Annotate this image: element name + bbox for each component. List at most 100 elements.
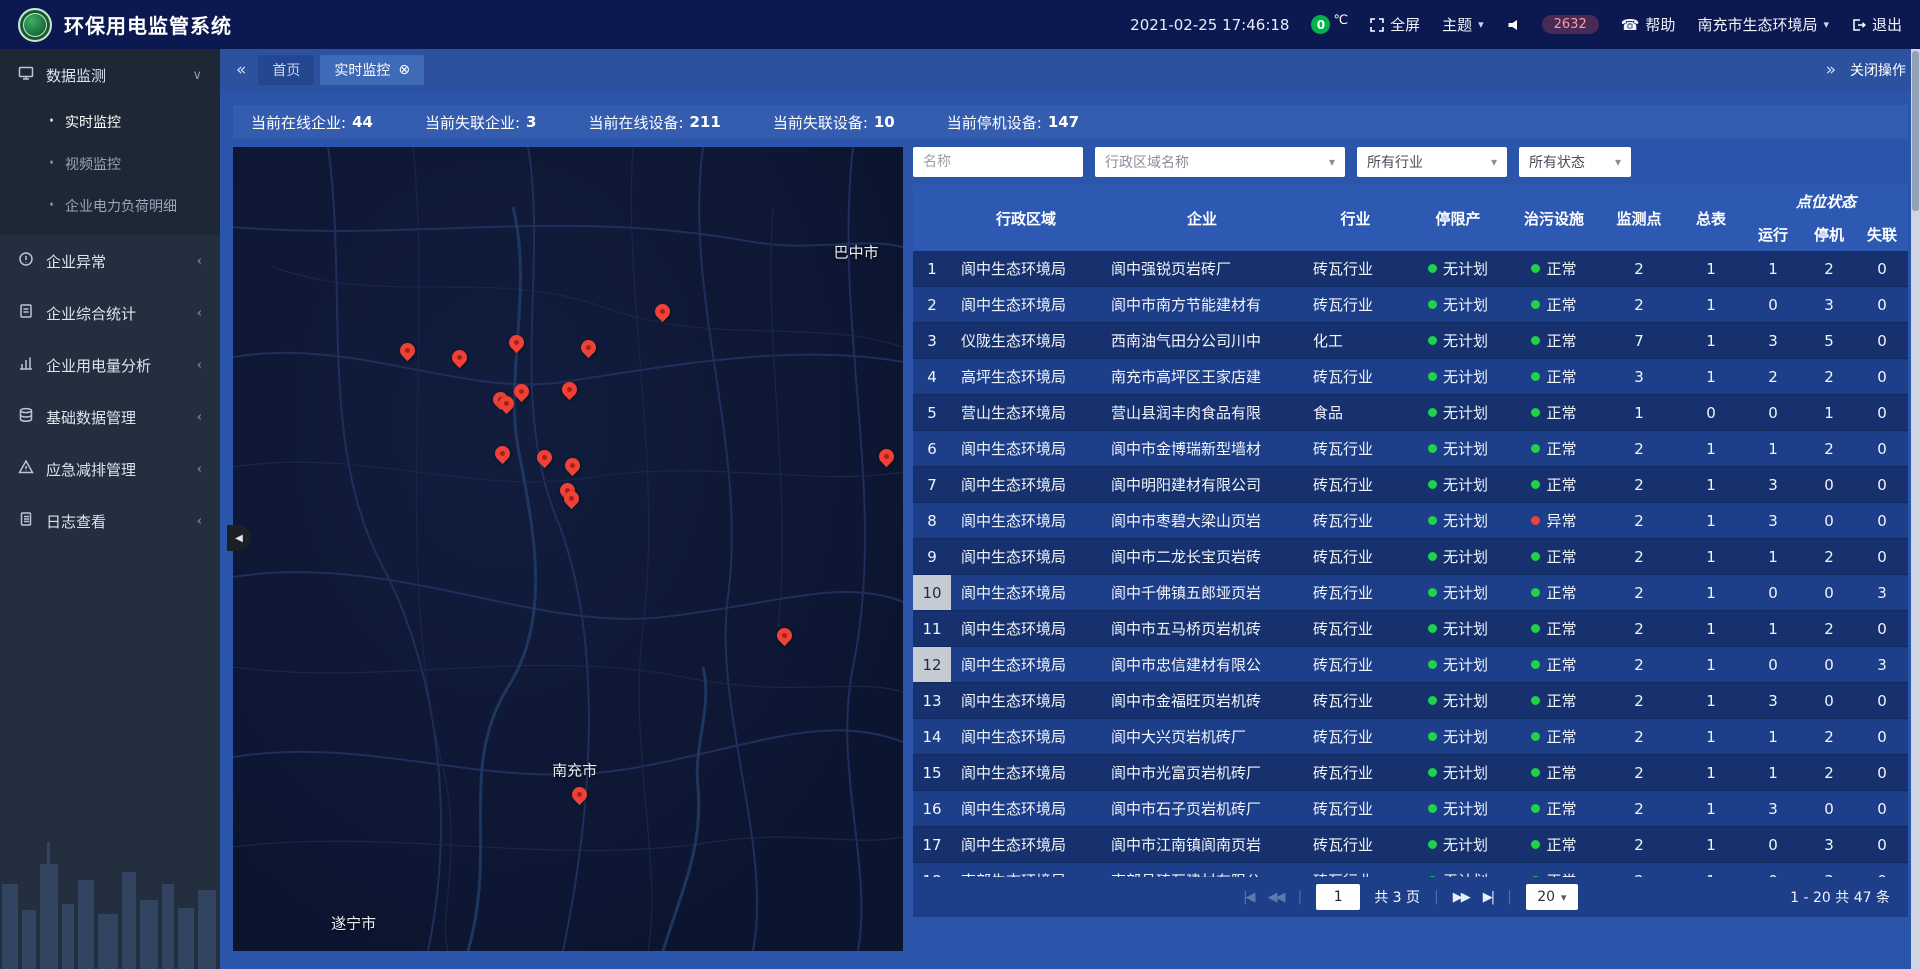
sidebar-item-1[interactable]: 企业异常‹ [0,235,220,287]
sound-button[interactable] [1506,18,1520,32]
help-button[interactable]: ☎ 帮助 [1621,14,1676,35]
cell-points: 2 [1600,755,1678,790]
cell-lost: 0 [1856,395,1908,430]
sidebar-item-3[interactable]: 企业用电量分析‹ [0,339,220,391]
logout-button[interactable]: 退出 [1851,14,1902,35]
cell-industry: 化工 [1303,323,1408,358]
cell-company: 南充市高坪区王家店建 [1101,359,1303,394]
sidebar-subitem-0-0[interactable]: ·实时监控 [0,101,220,143]
first-page-button[interactable]: |◀ [1243,890,1253,905]
table-row[interactable]: 9阆中生态环境局阆中市二龙长宝页岩砖砖瓦行业无计划正常21120 [913,539,1908,575]
status-select[interactable]: 所有状态 ▾ [1519,147,1631,177]
table-row[interactable]: 18南部生态环境局南部县砖瓦建材有限公砖瓦行业无计划正常21030 [913,863,1908,877]
sidebar-item-0[interactable]: 数据监测∨ [0,49,220,101]
table-row[interactable]: 2阆中生态环境局阆中市南方节能建材有砖瓦行业无计划正常21030 [913,287,1908,323]
table-row[interactable]: 13阆中生态环境局阆中市金福旺页岩机砖砖瓦行业无计划正常21300 [913,683,1908,719]
table-row[interactable]: 17阆中生态环境局阆中市江南镇阆南页岩砖瓦行业无计划正常21030 [913,827,1908,863]
sidebar-item-6[interactable]: 日志查看‹ [0,495,220,547]
table-row[interactable]: 15阆中生态环境局阆中市光富页岩机砖厂砖瓦行业无计划正常21120 [913,755,1908,791]
page-size-select[interactable]: 20 ▾ [1526,884,1578,910]
cell-industry: 砖瓦行业 [1303,359,1408,394]
tab-0[interactable]: 首页 [258,55,314,85]
name-search-input[interactable] [913,147,1083,177]
cell-run: 0 [1744,575,1802,610]
industry-select[interactable]: 所有行业 ▾ [1357,147,1507,177]
close-operations-button[interactable]: 关闭操作 [1850,60,1906,80]
cell-facility: 正常 [1508,431,1600,466]
status-dot [1531,840,1540,849]
cell-facility: 正常 [1508,359,1600,394]
sidebar-subitem-0-2[interactable]: ·企业电力负荷明细 [0,185,220,227]
cell-index: 3 [913,323,951,358]
cell-lost: 3 [1856,647,1908,682]
page-number-input[interactable] [1316,884,1360,910]
map[interactable]: 巴中市南充市遂宁市 [233,147,903,951]
alert-count-badge[interactable]: 2632 [1542,15,1599,34]
cell-run: 0 [1744,395,1802,430]
vertical-scrollbar[interactable] [1911,49,1920,969]
tab-label: 首页 [272,60,300,80]
city-label: 巴中市 [834,241,879,262]
cell-meter: 1 [1678,539,1744,574]
table-row[interactable]: 16阆中生态环境局阆中市石子页岩机砖厂砖瓦行业无计划正常21300 [913,791,1908,827]
close-icon[interactable]: ⊗ [398,62,410,78]
status-dot [1531,552,1540,561]
cell-index: 11 [913,611,951,646]
total-pages-label: 共 3 页 [1374,887,1420,907]
table-row[interactable]: 1阆中生态环境局阆中强锐页岩砖厂砖瓦行业无计划正常21120 [913,251,1908,287]
cell-lost: 0 [1856,755,1908,790]
sidebar-item-4[interactable]: 基础数据管理‹ [0,391,220,443]
stats-icon [18,303,34,323]
cell-stop: 2 [1802,359,1856,394]
table-row[interactable]: 14阆中生态环境局阆中大兴页岩机砖厂砖瓦行业无计划正常21120 [913,719,1908,755]
cell-lost: 0 [1856,827,1908,862]
scroll-tabs-left-button[interactable]: « [232,60,250,80]
org-dropdown[interactable]: 南充市生态环境局 ▾ [1697,14,1829,35]
chevron-icon: ‹ [197,358,202,373]
table-row[interactable]: 6阆中生态环境局阆中市金博瑞新型墙材砖瓦行业无计划正常21120 [913,431,1908,467]
cell-lost: 0 [1856,539,1908,574]
cell-run: 3 [1744,791,1802,826]
cell-facility: 正常 [1508,539,1600,574]
cell-region: 阆中生态环境局 [951,647,1101,682]
cell-company: 阆中市金福旺页岩机砖 [1101,683,1303,718]
table-row[interactable]: 3仪陇生态环境局西南油气田分公司川中化工无计划正常71350 [913,323,1908,359]
fullscreen-button[interactable]: 全屏 [1370,14,1420,35]
next-page-button[interactable]: ▶▶ [1453,890,1469,905]
table-row[interactable]: 11阆中生态环境局阆中市五马桥页岩机砖砖瓦行业无计划正常21120 [913,611,1908,647]
sidebar-item-5[interactable]: 应急减排管理‹ [0,443,220,495]
cell-points: 2 [1600,467,1678,502]
cell-run: 3 [1744,503,1802,538]
cell-meter: 1 [1678,791,1744,826]
table-row[interactable]: 4高坪生态环境局南充市高坪区王家店建砖瓦行业无计划正常31220 [913,359,1908,395]
cell-plan: 无计划 [1408,863,1508,877]
table-row[interactable]: 5营山生态环境局营山县润丰肉食品有限食品无计划正常10010 [913,395,1908,431]
status-dot [1531,624,1540,633]
status-dot [1428,624,1437,633]
table-row[interactable]: 12阆中生态环境局阆中市忠信建材有限公砖瓦行业无计划正常21003 [913,647,1908,683]
scrollbar-thumb[interactable] [1912,51,1919,211]
sidebar-item-label: 数据监测 [46,65,180,86]
sidebar-subitem-0-1[interactable]: ·视频监控 [0,143,220,185]
cell-region: 阆中生态环境局 [951,503,1101,538]
cell-meter: 1 [1678,647,1744,682]
prev-page-button[interactable]: ◀◀ [1268,890,1284,905]
header-run: 运行 [1744,218,1802,251]
sidebar-subitem-label: 视频监控 [65,154,121,174]
sidebar-item-2[interactable]: 企业综合统计‹ [0,287,220,339]
table-row[interactable]: 10阆中生态环境局阆中千佛镇五郎垭页岩砖瓦行业无计划正常21003 [913,575,1908,611]
cell-index: 5 [913,395,951,430]
table-row[interactable]: 7阆中生态环境局阆中明阳建材有限公司砖瓦行业无计划正常21300 [913,467,1908,503]
tab-1[interactable]: 实时监控⊗ [320,55,424,85]
last-page-button[interactable]: ▶| [1483,890,1493,905]
theme-dropdown[interactable]: 主题 ▾ [1442,14,1484,35]
header-industry: 行业 [1303,185,1408,251]
cell-run: 0 [1744,647,1802,682]
sidebar-group-2: 企业综合统计‹ [0,287,220,339]
sidebar-subitem-label: 实时监控 [65,112,121,132]
scroll-tabs-right-button[interactable]: » [1822,60,1840,80]
cell-plan: 无计划 [1408,827,1508,862]
region-select[interactable]: 行政区域名称 ▾ [1095,147,1345,177]
table-row[interactable]: 8阆中生态环境局阆中市枣碧大梁山页岩砖瓦行业无计划异常21300 [913,503,1908,539]
cell-run: 3 [1744,323,1802,358]
